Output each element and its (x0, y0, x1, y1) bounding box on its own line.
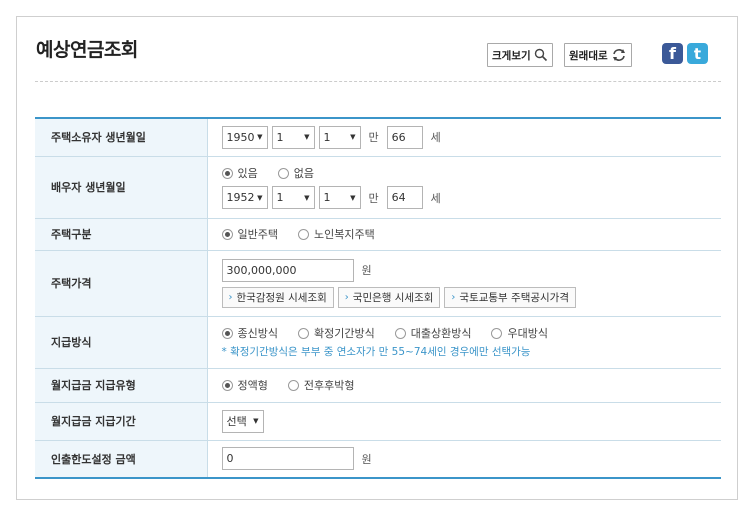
dropdown-arrow-icon: ▼ (350, 193, 356, 202)
dropdown-arrow-icon: ▼ (257, 193, 263, 202)
owner-day-select[interactable]: 1 ▼ (318, 125, 361, 149)
dropdown-arrow-icon: ▼ (350, 133, 356, 142)
spouse-year-select[interactable]: 1952 ▼ (221, 186, 268, 209)
monthly-period-label: 월지급금 지급기간 (35, 402, 208, 441)
withdraw-limit-label: 인출한도설정 금액 (35, 440, 208, 479)
reset-label: 원래대로 (569, 49, 608, 62)
page-title: 예상연금조회 (36, 39, 138, 61)
spouse-age-field[interactable]: 64 (386, 186, 423, 209)
search-icon (534, 48, 548, 62)
row-monthly-type: 월지급금 지급유형 정액형 전후후박형 (35, 368, 721, 403)
withdraw-limit-input[interactable]: 0 (221, 447, 354, 471)
monthly-fixed-radio[interactable]: 정액형 (221, 377, 268, 393)
payment-lifetime-radio[interactable]: 종신방식 (221, 325, 278, 341)
dropdown-arrow-icon: ▼ (304, 133, 310, 142)
chevron-right-icon: › (344, 291, 349, 303)
twitter-icon[interactable]: t (687, 43, 708, 64)
enlarge-label: 크게보기 (492, 49, 531, 62)
row-owner-birth: 주택소유자 생년월일 1950 ▼ 1 ▼ 1 ▼ 만 66 세 (35, 118, 721, 157)
facebook-icon[interactable]: f (662, 43, 683, 64)
owner-year-select[interactable]: 1950 ▼ (221, 125, 268, 149)
spouse-no-radio[interactable]: 없음 (277, 165, 314, 181)
age-unit: 세 (430, 191, 441, 205)
chevron-right-icon: › (228, 291, 233, 303)
chevron-right-icon: › (451, 291, 456, 303)
payment-preferred-radio[interactable]: 우대방식 (491, 325, 548, 341)
row-house-type: 주택구분 일반주택 노인복지주택 (35, 218, 721, 251)
owner-month-select[interactable]: 1 ▼ (271, 125, 315, 149)
reset-button[interactable]: 원래대로 (564, 43, 632, 67)
age-unit: 세 (430, 131, 441, 145)
molit-price-button[interactable]: › 국토교통부 주택공시가격 (444, 286, 577, 308)
monthly-front-heavy-radio[interactable]: 전후후박형 (287, 377, 354, 393)
owner-age-field[interactable]: 66 (386, 125, 423, 149)
payment-fixed-radio[interactable]: 확정기간방식 (297, 325, 375, 341)
spouse-birth-label: 배우자 생년월일 (35, 156, 208, 219)
kab-price-button[interactable]: › 한국감정원 시세조회 (221, 286, 334, 308)
dropdown-arrow-icon: ▼ (304, 193, 310, 202)
row-house-price: 주택가격 300,000,000 원 › 한국감정원 시세조회 › 국민은행 시세조… (35, 250, 721, 317)
house-type-general-radio[interactable]: 일반주택 (221, 226, 278, 242)
house-type-label: 주택구분 (35, 218, 208, 251)
house-type-senior-radio[interactable]: 노인복지주택 (297, 226, 375, 242)
monthly-type-label: 월지급금 지급유형 (35, 368, 208, 403)
monthly-period-select[interactable]: 선택 ▼ (221, 409, 264, 433)
house-price-label: 주택가격 (35, 250, 208, 317)
pension-form: 주택소유자 생년월일 1950 ▼ 1 ▼ 1 ▼ 만 66 세 배우자 생년월일 있… (35, 117, 721, 479)
age-prefix: 만 (368, 191, 379, 205)
dropdown-arrow-icon: ▼ (257, 133, 263, 142)
row-withdraw-limit: 인출한도설정 금액 0 원 (35, 440, 721, 479)
house-price-input[interactable]: 300,000,000 (221, 258, 354, 282)
row-payment-method: 지급방식 종신방식 확정기간방식 대출상환방식 우대방식 * 확정기간방식은 부… (35, 316, 721, 369)
kb-price-button[interactable]: › 국민은행 시세조회 (337, 286, 441, 308)
spouse-day-select[interactable]: 1 ▼ (318, 186, 361, 209)
age-prefix: 만 (368, 131, 379, 145)
payment-note: * 확정기간방식은 부부 중 연소자가 만 55~74세인 경우에만 선택가능 (221, 346, 531, 358)
row-monthly-period: 월지급금 지급기간 선택 ▼ (35, 402, 721, 441)
dropdown-arrow-icon: ▼ (253, 417, 259, 425)
row-spouse-birth: 배우자 생년월일 있음 없음 1952 ▼ 1 ▼ 1 ▼ 만 64 세 (35, 156, 721, 219)
payment-method-label: 지급방식 (35, 316, 208, 369)
spouse-yes-radio[interactable]: 있음 (221, 165, 258, 181)
owner-birth-label: 주택소유자 생년월일 (35, 118, 208, 157)
divider (35, 81, 721, 82)
withdraw-unit: 원 (361, 452, 372, 466)
enlarge-button[interactable]: 크게보기 (487, 43, 553, 67)
spouse-month-select[interactable]: 1 ▼ (271, 186, 315, 209)
reset-arrows-icon (611, 48, 627, 62)
payment-loan-radio[interactable]: 대출상환방식 (394, 325, 471, 341)
calculator-panel: 예상연금조회 크게보기 원래대로 f t 주택소유자 생년월일 1950 ▼ 1 ▼… (16, 16, 738, 500)
price-unit: 원 (361, 264, 372, 277)
